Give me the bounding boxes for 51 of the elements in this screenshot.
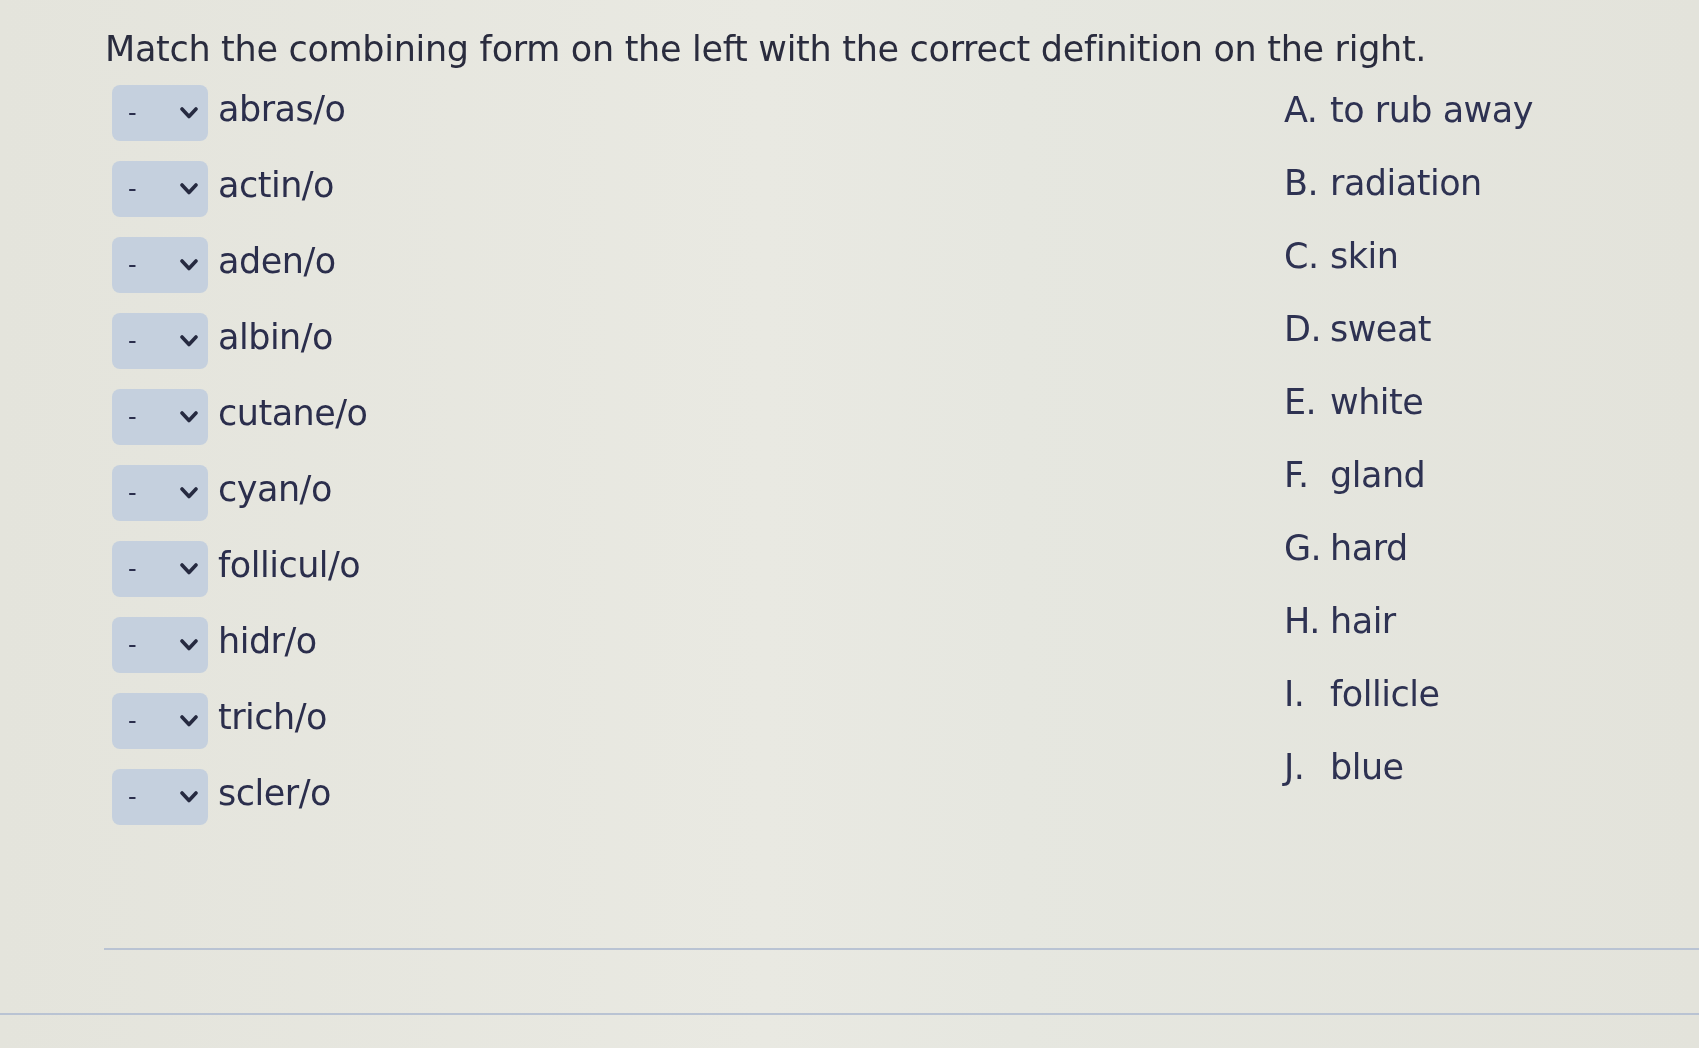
instruction-text: Match the combining form on the left with the correct definition on the right. xyxy=(105,28,1428,71)
answer-dropdown[interactable]: - xyxy=(112,465,208,521)
term-label: scler/o xyxy=(218,772,331,815)
term-label: follicul/o xyxy=(218,544,361,587)
caret-icon xyxy=(180,791,198,803)
answer-dropdown[interactable]: - xyxy=(112,313,208,369)
option-letter: C. xyxy=(1284,234,1320,278)
answer-dropdown[interactable]: - xyxy=(112,693,208,749)
option-letter: D. xyxy=(1284,307,1323,351)
caret-icon xyxy=(180,183,198,195)
caret-icon xyxy=(180,259,198,271)
caret-icon xyxy=(180,563,198,575)
caret-icon xyxy=(180,335,198,347)
answer-dropdown[interactable]: - xyxy=(112,617,208,673)
term-label: hidr/o xyxy=(218,620,317,663)
definition-text: skin xyxy=(1330,234,1399,278)
option-letter: I. xyxy=(1284,672,1306,716)
term-label: albin/o xyxy=(218,316,333,359)
option-letter: B. xyxy=(1284,161,1320,205)
definition-text: to rub away xyxy=(1330,88,1533,132)
option-letter: A. xyxy=(1284,88,1319,132)
term-label: actin/o xyxy=(218,164,335,207)
answer-dropdown[interactable]: - xyxy=(112,769,208,825)
option-letter: E. xyxy=(1284,380,1318,424)
term-label: abras/o xyxy=(218,88,346,131)
option-letter: H. xyxy=(1284,599,1321,643)
definition-text: radiation xyxy=(1330,161,1482,205)
option-letter: J. xyxy=(1284,745,1306,789)
answer-dropdown[interactable]: - xyxy=(112,237,208,293)
caret-icon xyxy=(180,487,198,499)
option-letter: G. xyxy=(1284,526,1323,570)
definition-text: sweat xyxy=(1330,307,1432,351)
term-label: cutane/o xyxy=(218,392,368,435)
caret-icon xyxy=(180,639,198,651)
answer-dropdown[interactable]: - xyxy=(112,541,208,597)
answer-dropdown[interactable]: - xyxy=(112,389,208,445)
caret-icon xyxy=(180,715,198,727)
answer-dropdown[interactable]: - xyxy=(112,161,208,217)
definition-text: white xyxy=(1330,380,1424,424)
definition-text: blue xyxy=(1330,745,1404,789)
caret-icon xyxy=(180,107,198,119)
definition-text: follicle xyxy=(1330,672,1440,716)
definition-text: gland xyxy=(1330,453,1426,497)
term-label: cyan/o xyxy=(218,468,332,511)
term-label: trich/o xyxy=(218,696,327,739)
term-label: aden/o xyxy=(218,240,336,283)
definition-text: hair xyxy=(1330,599,1396,643)
definition-text: hard xyxy=(1330,526,1408,570)
answer-dropdown[interactable]: - xyxy=(112,85,208,141)
caret-icon xyxy=(180,411,198,423)
option-letter: F. xyxy=(1284,453,1310,497)
